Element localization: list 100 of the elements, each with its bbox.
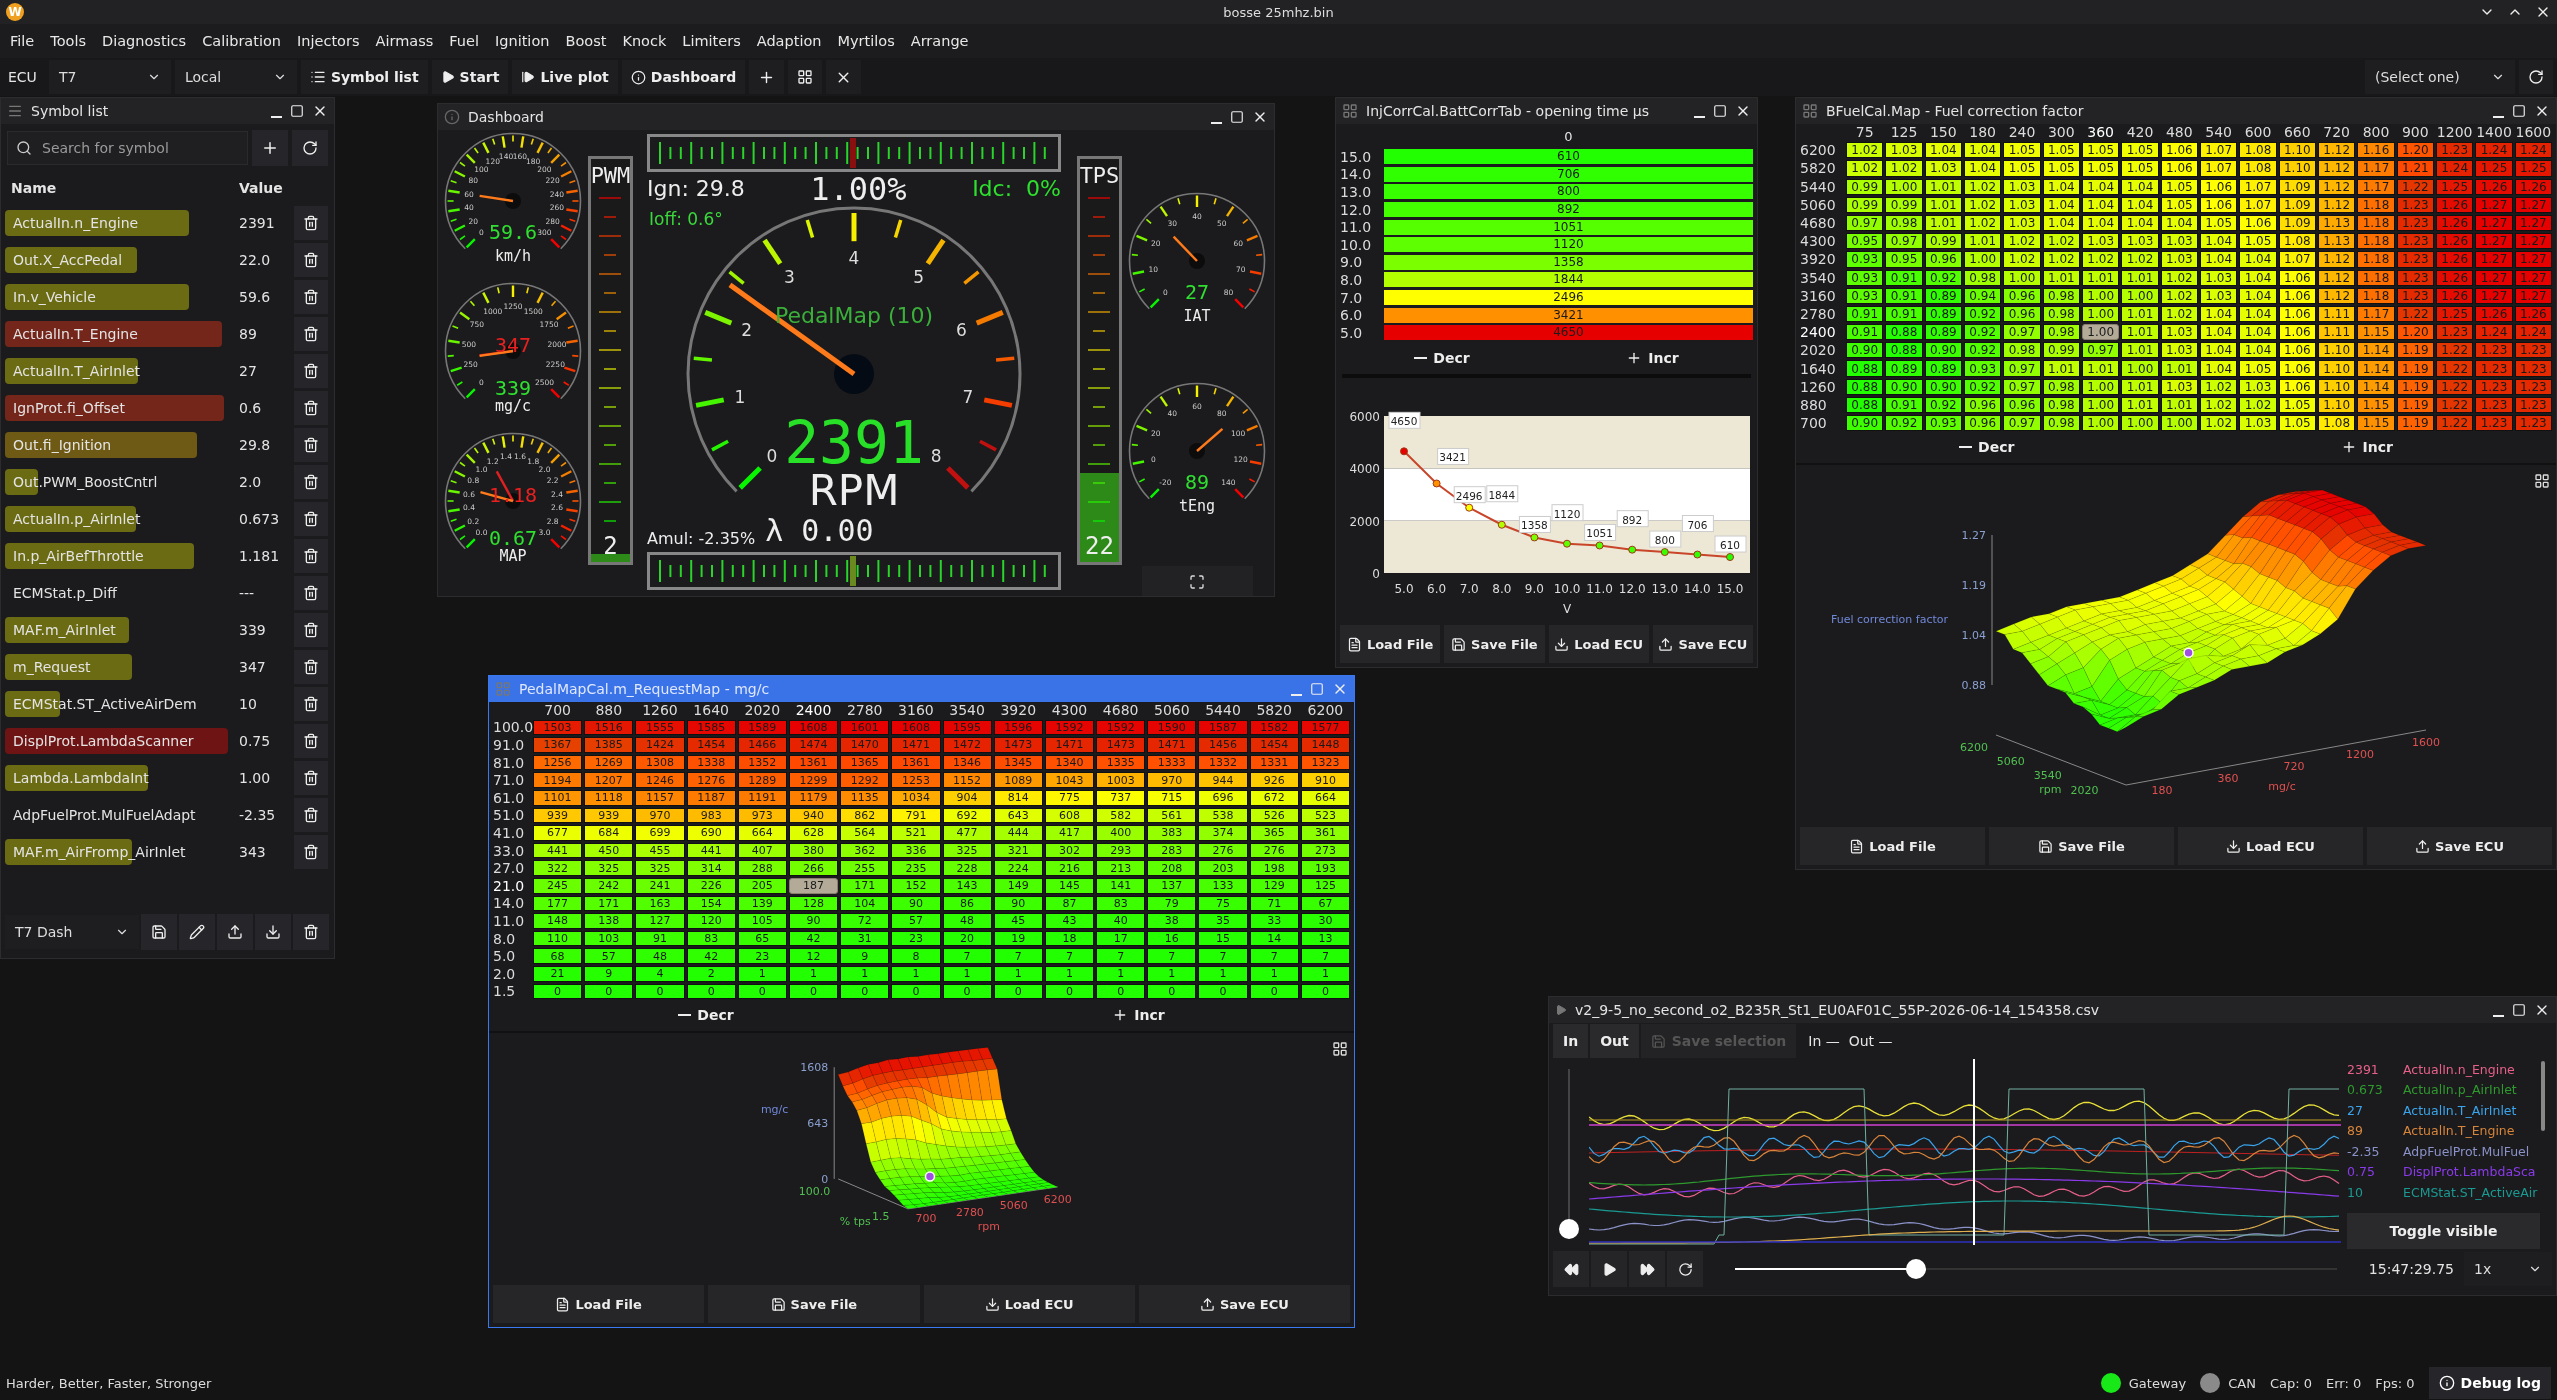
- table-cell[interactable]: 1.24: [2514, 324, 2552, 341]
- table-cell[interactable]: 171: [584, 895, 634, 912]
- table-cell[interactable]: 1601: [840, 719, 890, 736]
- table-cell[interactable]: 12: [788, 948, 839, 964]
- table-cell[interactable]: 608: [1044, 807, 1095, 824]
- table-cell[interactable]: 4: [635, 965, 685, 982]
- table-cell[interactable]: 1.02: [1964, 196, 2002, 213]
- table-cell[interactable]: 65: [737, 930, 787, 947]
- table-cell[interactable]: 1.10: [2318, 360, 2356, 377]
- table-cell[interactable]: 1.27: [2514, 233, 2552, 250]
- table-cell[interactable]: 0.98: [2003, 342, 2041, 359]
- table-cell[interactable]: 692: [942, 807, 992, 824]
- table-cell[interactable]: 0: [737, 983, 787, 1000]
- table-cell[interactable]: 33: [1249, 913, 1299, 929]
- table-cell[interactable]: 120: [686, 913, 736, 929]
- table-cell[interactable]: 1.01: [1924, 196, 1962, 213]
- table-cell[interactable]: 1.21: [2396, 160, 2434, 177]
- table-cell[interactable]: 1.12: [2318, 287, 2356, 304]
- table-cell[interactable]: 325: [942, 842, 992, 859]
- table-cell[interactable]: 1276: [686, 772, 736, 788]
- table-cell[interactable]: 0: [840, 983, 890, 1000]
- table-cell[interactable]: 1.22: [2436, 396, 2474, 413]
- table-cell[interactable]: 1120: [1384, 237, 1753, 253]
- table-cell[interactable]: 83: [1096, 895, 1146, 912]
- table-cell[interactable]: 0.89: [1924, 305, 1962, 323]
- table-cell[interactable]: 226: [686, 877, 736, 894]
- action-button[interactable]: Save File: [1444, 625, 1545, 663]
- table-cell[interactable]: 1.05: [2082, 142, 2120, 159]
- table-cell[interactable]: 1.09: [2278, 214, 2316, 232]
- table-cell[interactable]: 7: [1198, 948, 1248, 964]
- table-cell[interactable]: 1.12: [2318, 142, 2356, 159]
- action-button[interactable]: Save File: [708, 1285, 920, 1323]
- table-cell[interactable]: 1.00: [2082, 396, 2120, 413]
- table-cell[interactable]: 0.96: [2003, 396, 2041, 413]
- action-button[interactable]: Load ECU: [1548, 625, 1649, 663]
- table-cell[interactable]: 1.04: [2200, 305, 2238, 323]
- table-cell[interactable]: 444: [993, 825, 1043, 841]
- table-cell[interactable]: 21: [533, 965, 583, 982]
- table-cell[interactable]: 1.22: [2436, 415, 2474, 432]
- table-cell[interactable]: 288: [737, 860, 787, 876]
- table-cell[interactable]: 143: [942, 877, 992, 894]
- table-cell[interactable]: 1.07: [2200, 160, 2238, 177]
- table-cell[interactable]: 266: [788, 860, 839, 876]
- table-cell[interactable]: 1.04: [2082, 214, 2120, 232]
- table-cell[interactable]: 163: [635, 895, 685, 912]
- table-cell[interactable]: 1.04: [2121, 196, 2159, 213]
- table-cell[interactable]: 1034: [891, 789, 941, 806]
- table-cell[interactable]: 1.12: [2318, 251, 2356, 268]
- table-cell[interactable]: 1.06: [2278, 342, 2316, 359]
- table-cell[interactable]: 940: [788, 807, 839, 824]
- table-cell[interactable]: 1.12: [2318, 178, 2356, 195]
- table-cell[interactable]: 361: [1300, 825, 1350, 841]
- table-cell[interactable]: 1.03: [2239, 415, 2277, 432]
- table-cell[interactable]: 1.03: [2160, 251, 2198, 268]
- table-cell[interactable]: 0.93: [1846, 287, 1884, 304]
- table-cell[interactable]: 19: [993, 930, 1043, 947]
- table-cell[interactable]: 0.99: [1846, 178, 1884, 195]
- table-cell[interactable]: 0.96: [2003, 305, 2041, 323]
- table-cell[interactable]: 31: [840, 930, 890, 947]
- table-cell[interactable]: 0.88: [1885, 324, 1923, 341]
- table-cell[interactable]: 1585: [686, 719, 736, 736]
- table-cell[interactable]: 1.18: [2357, 251, 2395, 268]
- table-cell[interactable]: 2: [686, 965, 736, 982]
- table-cell[interactable]: 1.12: [2318, 196, 2356, 213]
- table-cell[interactable]: 1089: [993, 772, 1043, 788]
- table-cell[interactable]: 103: [584, 930, 634, 947]
- table-cell[interactable]: 1.10: [2318, 378, 2356, 395]
- table-cell[interactable]: 1299: [788, 772, 839, 788]
- table-cell[interactable]: 1.09: [2278, 178, 2316, 195]
- table-cell[interactable]: 0: [1044, 983, 1095, 1000]
- table-cell[interactable]: 1.03: [2200, 269, 2238, 286]
- table-cell[interactable]: 1.22: [2436, 378, 2474, 395]
- table-cell[interactable]: 1.24: [2475, 142, 2513, 159]
- table-cell[interactable]: 1577: [1300, 719, 1350, 736]
- table-cell[interactable]: 1.27: [2475, 287, 2513, 304]
- table-cell[interactable]: 1.05: [2003, 142, 2041, 159]
- table-cell[interactable]: 83: [686, 930, 736, 947]
- table-cell[interactable]: 1256: [533, 754, 583, 771]
- table-cell[interactable]: 1.27: [2475, 269, 2513, 286]
- table-cell[interactable]: 1.05: [2278, 415, 2316, 432]
- table-cell[interactable]: 241: [635, 877, 685, 894]
- table-cell[interactable]: 1.23: [2396, 214, 2434, 232]
- table-cell[interactable]: 1.23: [2475, 396, 2513, 413]
- table-cell[interactable]: 1.06: [2278, 324, 2316, 341]
- table-cell[interactable]: 1.03: [1885, 142, 1923, 159]
- table-cell[interactable]: 1.22: [2436, 360, 2474, 377]
- table-cell[interactable]: 1269: [584, 754, 634, 771]
- table-cell[interactable]: 1.17: [2357, 305, 2395, 323]
- table-cell[interactable]: 1.15: [2357, 396, 2395, 413]
- table-cell[interactable]: 57: [891, 913, 941, 929]
- table-cell[interactable]: 133: [1198, 877, 1248, 894]
- table-cell[interactable]: 0.91: [1885, 305, 1923, 323]
- table-cell[interactable]: 1592: [1096, 719, 1146, 736]
- table-cell[interactable]: 1471: [1147, 737, 1197, 753]
- table-cell[interactable]: 1456: [1198, 737, 1248, 753]
- table-cell[interactable]: 42: [788, 930, 839, 947]
- table-cell[interactable]: 1.23: [2396, 251, 2434, 268]
- table-cell[interactable]: 1.01: [2121, 378, 2159, 395]
- table-cell[interactable]: 0.96: [1964, 415, 2002, 432]
- table-cell[interactable]: 1358: [1384, 254, 1753, 270]
